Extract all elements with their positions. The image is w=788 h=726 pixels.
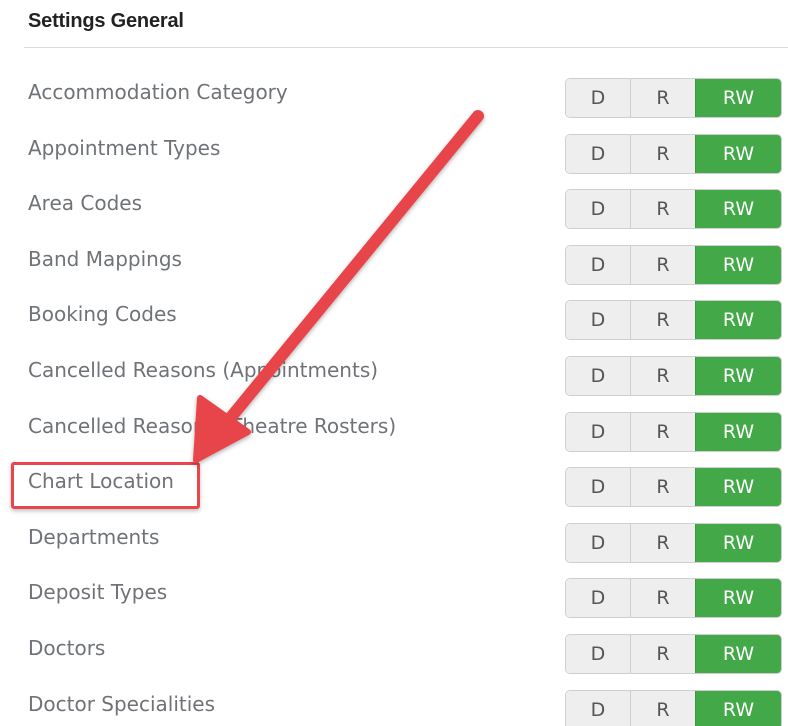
deny-button[interactable]: D [566,190,630,228]
permission-label: Accommodation Category [28,80,288,104]
permission-row: Cancelled Reasons (Theatre Rosters) D R RW [0,412,788,452]
permission-row: Booking Codes D R RW [0,300,788,340]
read-write-button[interactable]: RW [695,413,781,451]
permission-row: Appointment Types D R RW [0,134,788,174]
permission-label: Departments [28,525,160,549]
permission-toggle-group: D R RW [565,412,782,452]
permission-row: Departments D R RW [0,523,788,563]
permission-row: Cancelled Reasons (Appointments) D R RW [0,356,788,396]
deny-button[interactable]: D [566,357,630,395]
read-button[interactable]: R [630,246,695,284]
deny-button[interactable]: D [566,468,630,506]
permission-label: Band Mappings [28,247,182,271]
section-divider [24,47,788,48]
read-write-button[interactable]: RW [695,301,781,339]
read-write-button[interactable]: RW [695,135,781,173]
read-write-button[interactable]: RW [695,468,781,506]
permission-label: Doctors [28,636,106,660]
read-button[interactable]: R [630,635,695,673]
deny-button[interactable]: D [566,301,630,339]
read-button[interactable]: R [630,79,695,117]
read-write-button[interactable]: RW [695,635,781,673]
permission-row: Doctor Specialities D R RW [0,690,788,726]
read-write-button[interactable]: RW [695,79,781,117]
deny-button[interactable]: D [566,246,630,284]
read-write-button[interactable]: RW [695,579,781,617]
read-write-button[interactable]: RW [695,691,781,726]
permission-label: Area Codes [28,191,143,215]
read-button[interactable]: R [630,357,695,395]
permission-row: Area Codes D R RW [0,189,788,229]
permission-toggle-group: D R RW [565,467,782,507]
read-button[interactable]: R [630,524,695,562]
section-title: Settings General [28,10,184,32]
deny-button[interactable]: D [566,79,630,117]
permission-toggle-group: D R RW [565,634,782,674]
read-write-button[interactable]: RW [695,190,781,228]
read-button[interactable]: R [630,135,695,173]
permission-toggle-group: D R RW [565,78,782,118]
deny-button[interactable]: D [566,135,630,173]
deny-button[interactable]: D [566,413,630,451]
permission-toggle-group: D R RW [565,578,782,618]
read-button[interactable]: R [630,413,695,451]
read-write-button[interactable]: RW [695,357,781,395]
permission-toggle-group: D R RW [565,189,782,229]
deny-button[interactable]: D [566,635,630,673]
permission-label: Appointment Types [28,136,221,160]
read-button[interactable]: R [630,691,695,726]
permission-row: Doctors D R RW [0,634,788,674]
deny-button[interactable]: D [566,524,630,562]
read-write-button[interactable]: RW [695,524,781,562]
highlight-box-chart-location [11,462,200,509]
deny-button[interactable]: D [566,579,630,617]
permission-label: Cancelled Reasons (Appointments) [28,358,379,382]
permission-toggle-group: D R RW [565,245,782,285]
permission-label: Deposit Types [28,580,168,604]
deny-button[interactable]: D [566,691,630,726]
read-button[interactable]: R [630,468,695,506]
permission-row: Accommodation Category D R RW [0,78,788,118]
permission-toggle-group: D R RW [565,690,782,726]
permission-toggle-group: D R RW [565,356,782,396]
settings-general-page: Settings General Accommodation Category D… [0,0,788,726]
permission-label: Doctor Specialities [28,692,216,716]
read-button[interactable]: R [630,190,695,228]
permission-label: Cancelled Reasons (Theatre Rosters) [28,414,397,438]
read-button[interactable]: R [630,579,695,617]
permission-row: Band Mappings D R RW [0,245,788,285]
permission-row: Deposit Types D R RW [0,578,788,618]
permission-toggle-group: D R RW [565,300,782,340]
permission-label: Booking Codes [28,302,177,326]
permission-toggle-group: D R RW [565,523,782,563]
read-button[interactable]: R [630,301,695,339]
read-write-button[interactable]: RW [695,246,781,284]
permission-toggle-group: D R RW [565,134,782,174]
